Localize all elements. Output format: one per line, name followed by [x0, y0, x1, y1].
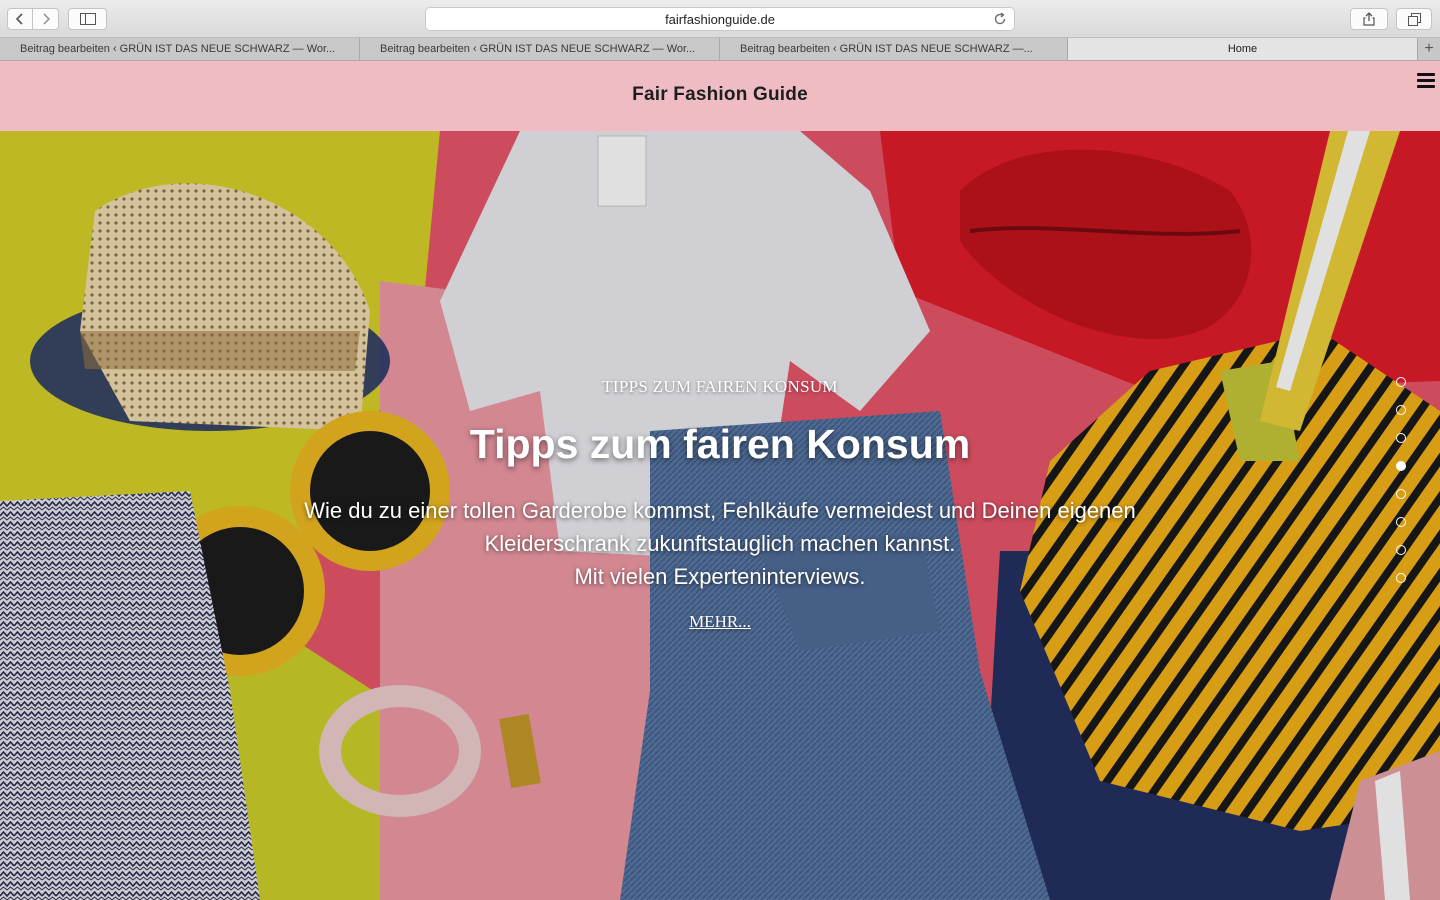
chevron-left-icon: [15, 13, 23, 25]
tab-bar: Beitrag bearbeiten ‹ GRÜN IST DAS NEUE S…: [0, 38, 1440, 61]
slider-dot[interactable]: [1396, 489, 1406, 499]
browser-tab[interactable]: Beitrag bearbeiten ‹ GRÜN IST DAS NEUE S…: [0, 38, 360, 60]
tabs-overview-button[interactable]: [1396, 8, 1432, 30]
slider-dot[interactable]: [1396, 377, 1406, 387]
slider-dot[interactable]: [1396, 573, 1406, 583]
hero-text-line: Wie du zu einer tollen Garderobe kommst,…: [304, 498, 1136, 523]
slider-pagination: [1396, 377, 1406, 601]
browser-tab[interactable]: Beitrag bearbeiten ‹ GRÜN IST DAS NEUE S…: [720, 38, 1068, 60]
slider-dot[interactable]: [1396, 433, 1406, 443]
navigation-buttons: [7, 8, 59, 30]
slider-dot[interactable]: [1396, 517, 1406, 527]
browser-toolbar: fairfashionguide.de: [0, 0, 1440, 38]
url-text: fairfashionguide.de: [665, 11, 775, 27]
slider-dot[interactable]: [1396, 461, 1406, 471]
back-button[interactable]: [7, 8, 33, 30]
hero-text-line: Mit vielen Experteninterviews.: [574, 564, 866, 589]
sidebar-toggle-button[interactable]: [68, 8, 107, 30]
site-title[interactable]: Fair Fashion Guide: [0, 84, 1440, 106]
browser-tab[interactable]: Beitrag bearbeiten ‹ GRÜN IST DAS NEUE S…: [360, 38, 720, 60]
share-icon: [1363, 12, 1375, 26]
reload-icon[interactable]: [993, 12, 1007, 26]
browser-tab-active[interactable]: Home: [1068, 38, 1418, 60]
slider-dot[interactable]: [1396, 545, 1406, 555]
forward-button[interactable]: [33, 8, 59, 30]
tabs-icon: [1407, 12, 1421, 26]
hero-text-line: Kleiderschrank zukunftstauglich machen k…: [484, 531, 956, 556]
share-button[interactable]: [1350, 8, 1388, 30]
new-tab-button[interactable]: +: [1418, 38, 1440, 60]
site-header: Fair Fashion Guide: [0, 61, 1440, 131]
address-bar[interactable]: fairfashionguide.de: [425, 7, 1015, 31]
hero-title: Tipps zum fairen Konsum: [469, 421, 971, 467]
chevron-right-icon: [42, 13, 50, 25]
sidebar-icon: [79, 13, 96, 25]
hero-more-wrapper: MEHR...: [0, 612, 1440, 632]
hero-kicker: TIPPS ZUM FAIREN KONSUM: [602, 377, 838, 396]
hero-slider: TIPPS ZUM FAIREN KONSUM Tipps zum fairen…: [0, 131, 1440, 900]
slider-dot[interactable]: [1396, 405, 1406, 415]
hero-description: Wie du zu einer tollen Garderobe kommst,…: [220, 494, 1220, 593]
more-link[interactable]: MEHR...: [689, 612, 751, 631]
hamburger-menu-icon[interactable]: [1417, 73, 1435, 89]
